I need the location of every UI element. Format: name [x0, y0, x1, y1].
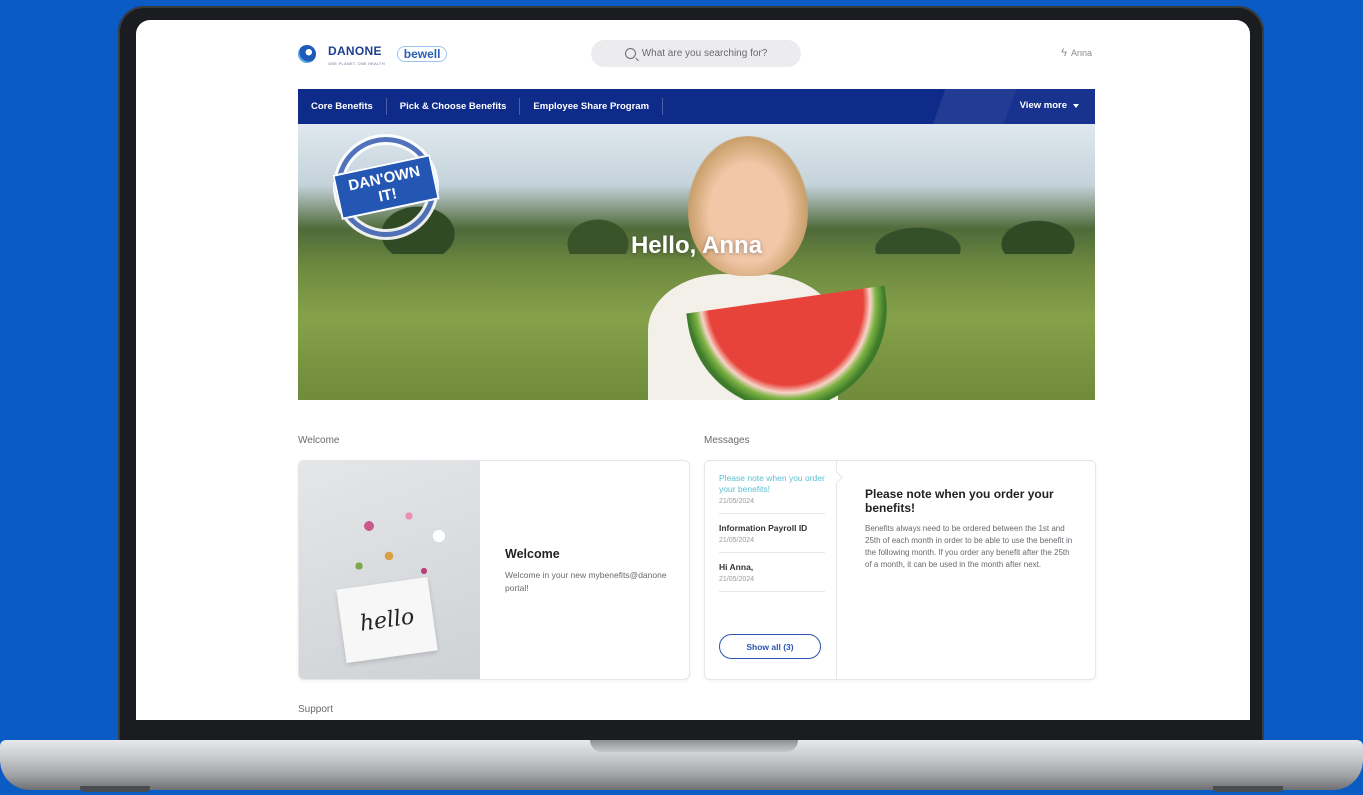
user-name: Anna	[1070, 48, 1092, 58]
logo-text: DANONE	[328, 44, 382, 58]
support-section-label: Support	[298, 704, 334, 715]
hero-title: Hello, Anna	[630, 232, 763, 259]
main-nav: Core Benefits Pick & Choose Benefits Emp…	[298, 89, 1095, 124]
welcome-image: hello	[299, 461, 480, 679]
message-item[interactable]: Hi Anna, 21/05/2024	[719, 562, 825, 592]
nav-core-benefits[interactable]: Core Benefits	[298, 98, 387, 115]
laptop-foot-right	[1213, 786, 1283, 792]
messages-section-label: Messages	[704, 435, 750, 446]
message-divider	[836, 461, 837, 679]
message-detail-title: Please note when you order your benefits…	[865, 487, 1054, 515]
nav-employee-share-program[interactable]: Employee Share Program	[520, 98, 664, 115]
stamp-text: DAN'OWN IT!	[332, 154, 440, 220]
message-title: Hi Anna,	[719, 562, 754, 572]
welcome-card: hello Welcome Welcome in your new mybene…	[298, 460, 690, 680]
message-list: Please note when you order your benefits…	[719, 473, 825, 601]
message-title: Information Payroll ID	[719, 523, 808, 533]
logo-subtitle: ONE PLANET. ONE HEALTH	[328, 61, 385, 66]
view-more-label: View more	[1019, 100, 1067, 111]
view-more-button[interactable]: View more	[1020, 100, 1079, 111]
message-item[interactable]: Please note when you order your benefits…	[719, 473, 825, 514]
laptop-notch	[590, 740, 798, 752]
message-detail-body: Benefits always need to be ordered betwe…	[865, 524, 1073, 569]
laptop-foot-left	[80, 786, 150, 792]
bewell-logo: bewell	[396, 46, 448, 62]
hero-banner: DAN'OWN IT! Hello, Anna	[298, 124, 1095, 400]
logo[interactable]: DANONE ONE PLANET. ONE HEALTH bewell	[298, 42, 448, 66]
search-input[interactable]: What are you searching for?	[591, 40, 801, 67]
browser-screen: DANONE ONE PLANET. ONE HEALTH bewell Wha…	[136, 20, 1250, 720]
message-date: 21/05/2024	[719, 537, 755, 544]
welcome-body: Welcome in your new mybenefits@danone po…	[505, 570, 667, 593]
message-item[interactable]: Information Payroll ID 21/05/2024	[719, 523, 825, 553]
messages-card: Please note when you order your benefits…	[704, 460, 1096, 680]
welcome-section-label: Welcome	[298, 435, 340, 446]
search-icon	[624, 48, 636, 59]
message-pointer	[830, 471, 843, 484]
welcome-title: Welcome	[505, 547, 560, 561]
chevron-down-icon	[1073, 103, 1079, 108]
message-title: Please note when you order your benefits…	[719, 473, 825, 494]
message-date: 21/05/2024	[719, 498, 755, 505]
search-placeholder: What are you searching for?	[641, 48, 768, 59]
message-date: 21/05/2024	[719, 576, 755, 583]
hello-card-image: hello	[336, 576, 438, 664]
nav-pick-choose-benefits[interactable]: Pick & Choose Benefits	[387, 98, 521, 115]
message-detail: Please note when you order your benefits…	[865, 487, 1075, 571]
show-all-button[interactable]: Show all (3)	[719, 634, 821, 659]
user-menu[interactable]: ϟ Anna	[1061, 47, 1092, 59]
danone-logo-icon	[298, 45, 316, 63]
bolt-icon: ϟ	[1061, 47, 1067, 59]
